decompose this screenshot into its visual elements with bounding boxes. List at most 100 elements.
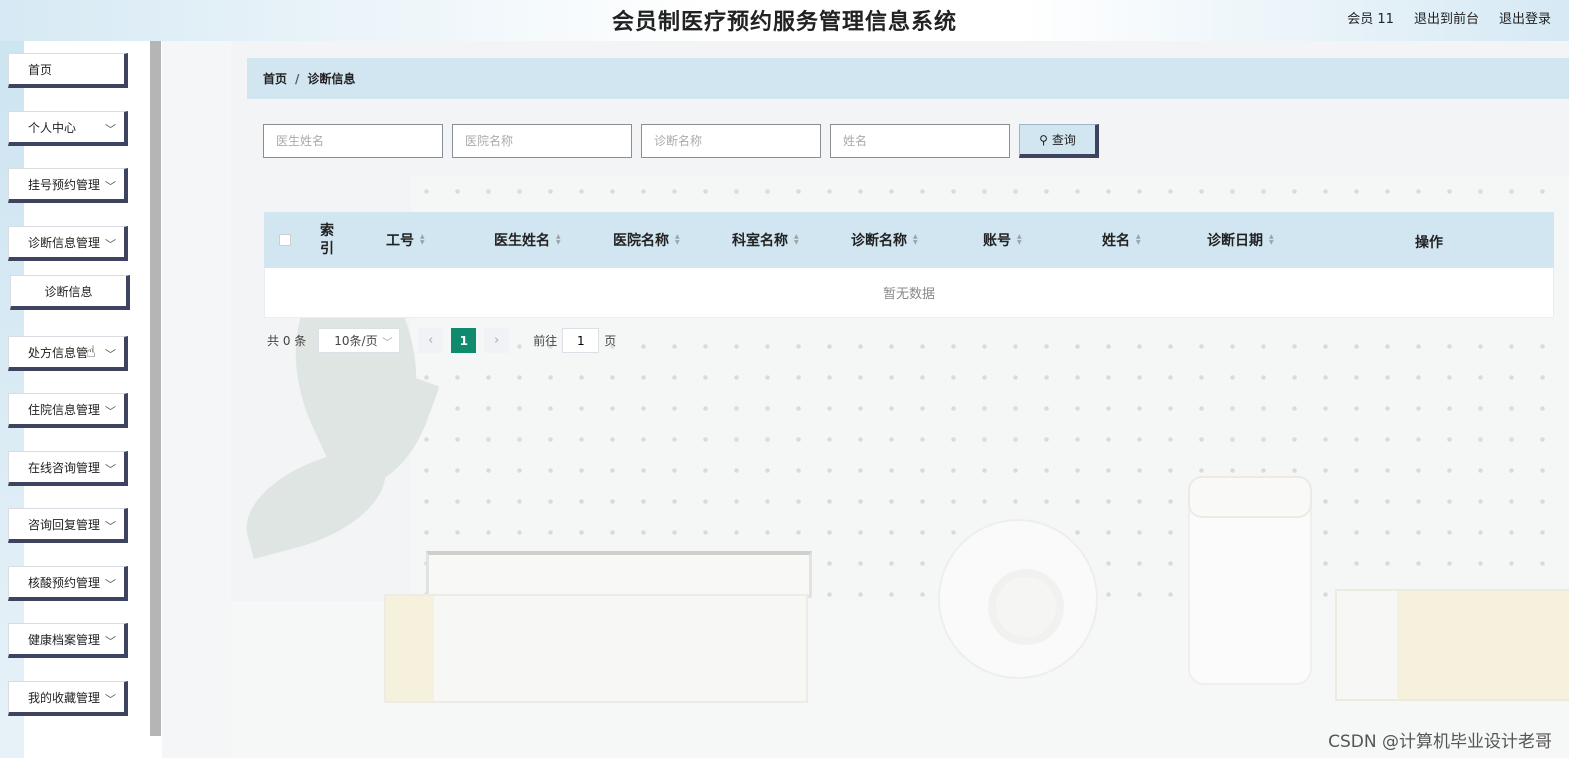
sidebar-item-label: 我的收藏管理 bbox=[28, 690, 101, 705]
table-empty-row: 暂无数据 bbox=[264, 268, 1554, 318]
chevron-right-icon: › bbox=[494, 333, 500, 348]
sidebar-item-label: 个人中心 bbox=[28, 120, 77, 135]
sidebar-item-diagnosis-management[interactable]: 诊断信息管理 ﹀ bbox=[8, 226, 128, 261]
sidebar-item-label: 诊断信息 bbox=[44, 284, 93, 299]
chevron-down-icon: ﹀ bbox=[105, 635, 116, 648]
column-header-diagnosis-name[interactable]: 诊断名称 ▲ ▼ bbox=[851, 212, 918, 268]
empty-text: 暂无数据 bbox=[882, 287, 935, 302]
mouse-pointer-icon: ☝ bbox=[86, 342, 96, 361]
column-header-label: 医生姓名 bbox=[494, 233, 550, 249]
sort-icon[interactable]: ▲ ▼ bbox=[420, 234, 425, 246]
chevron-down-icon: ﹀ bbox=[105, 405, 116, 418]
column-header-label: 诊断名称 bbox=[851, 233, 907, 249]
column-header-department[interactable]: 科室名称 ▲ ▼ bbox=[732, 212, 799, 268]
page-number-current[interactable]: 1 bbox=[451, 328, 477, 353]
search-bar: ⚲ 查询 bbox=[263, 124, 1099, 158]
sort-icon[interactable]: ▲ ▼ bbox=[1017, 234, 1022, 246]
sort-icon[interactable]: ▲ ▼ bbox=[1136, 234, 1141, 246]
sidebar-item-online-consult[interactable]: 在线咨询管理 ﹀ bbox=[8, 451, 128, 486]
select-all-checkbox[interactable] bbox=[279, 234, 291, 246]
column-header-index: 索引 bbox=[320, 212, 340, 268]
prev-page-button[interactable]: ‹ bbox=[418, 328, 444, 353]
decor-box-right bbox=[1335, 589, 1569, 701]
search-button-label: 查询 bbox=[1051, 133, 1076, 147]
sidebar-item-label: 处方信息管 bbox=[28, 345, 89, 360]
sidebar-item-home[interactable]: 首页 bbox=[8, 53, 128, 88]
logout-link[interactable]: 退出登录 bbox=[1499, 8, 1551, 27]
column-header-label: 账号 bbox=[983, 233, 1011, 249]
column-header-diagnosis-date[interactable]: 诊断日期 ▲ ▼ bbox=[1207, 212, 1274, 268]
diagnosis-name-input[interactable] bbox=[641, 124, 821, 158]
watermark: CSDN @计算机毕业设计老哥 bbox=[1328, 732, 1552, 752]
sidebar-item-label: 首页 bbox=[28, 62, 53, 77]
sidebar-scrollbar[interactable] bbox=[150, 41, 161, 736]
sort-icon[interactable]: ▲ ▼ bbox=[675, 234, 680, 246]
column-header-label: 索引 bbox=[320, 223, 334, 257]
search-button[interactable]: ⚲ 查询 bbox=[1019, 124, 1099, 158]
sidebar-item-label: 咨询回复管理 bbox=[28, 517, 101, 532]
breadcrumb-home[interactable]: 首页 bbox=[263, 70, 287, 87]
sort-icon[interactable]: ▲ ▼ bbox=[913, 234, 918, 246]
sidebar-item-label: 核酸预约管理 bbox=[28, 575, 101, 590]
sidebar-item-hospitalization[interactable]: 住院信息管理 ﹀ bbox=[8, 393, 128, 428]
sidebar-item-favorites[interactable]: 我的收藏管理 ﹀ bbox=[8, 681, 128, 716]
chevron-down-icon: ﹀ bbox=[105, 463, 116, 476]
sidebar-item-label: 健康档案管理 bbox=[28, 632, 101, 647]
sort-icon[interactable]: ▲ ▼ bbox=[556, 234, 561, 246]
chevron-down-icon: ﹀ bbox=[105, 520, 116, 533]
user-name[interactable]: 会员 11 bbox=[1347, 8, 1394, 27]
page-size-value: 10条/页 bbox=[334, 334, 378, 348]
chevron-down-icon: ﹀ bbox=[105, 348, 116, 361]
page-size-select[interactable]: 10条/页 ﹀ bbox=[318, 328, 401, 353]
column-header-label: 工号 bbox=[386, 233, 414, 249]
column-header-label: 医院名称 bbox=[613, 233, 669, 249]
breadcrumb: 首页 / 诊断信息 bbox=[247, 58, 1569, 99]
next-page-button[interactable]: › bbox=[484, 328, 510, 353]
column-header-doctor-name[interactable]: 医生姓名 ▲ ▼ bbox=[494, 212, 561, 268]
doctor-name-input[interactable] bbox=[263, 124, 443, 158]
column-header-label: 操作 bbox=[1415, 235, 1443, 251]
patient-name-input[interactable] bbox=[830, 124, 1010, 158]
chevron-down-icon: ﹀ bbox=[382, 338, 393, 349]
pagination: 共 0 条 10条/页 ﹀ ‹ 1 › 前往 页 bbox=[267, 328, 616, 353]
column-header-label: 诊断日期 bbox=[1207, 233, 1263, 249]
decor-tape bbox=[938, 519, 1098, 679]
goto-page-input[interactable] bbox=[562, 328, 600, 353]
data-table: 索引 工号 ▲ ▼ 医生姓名 ▲ ▼ 医院名称 ▲ ▼ 科室名称 ▲ ▼ 诊断名称 ▲ ▼ bbox=[264, 212, 1554, 318]
column-header-hospital-name[interactable]: 医院名称 ▲ ▼ bbox=[613, 212, 680, 268]
hospital-name-input[interactable] bbox=[452, 124, 632, 158]
column-header-label: 科室名称 bbox=[732, 233, 788, 249]
back-to-front-link[interactable]: 退出到前台 bbox=[1414, 8, 1479, 27]
table-header: 索引 工号 ▲ ▼ 医生姓名 ▲ ▼ 医院名称 ▲ ▼ 科室名称 ▲ ▼ 诊断名称 ▲ ▼ bbox=[264, 212, 1554, 268]
column-header-actions: 操作 bbox=[1415, 214, 1443, 270]
column-header-name[interactable]: 姓名 ▲ ▼ bbox=[1102, 212, 1141, 268]
sidebar: 首页 个人中心 ﹀ 挂号预约管理 ﹀ 诊断信息管理 ﹀ 诊断信息 处方信息管 ﹀… bbox=[0, 41, 162, 758]
total-count: 共 0 条 bbox=[267, 334, 307, 348]
sidebar-item-health-record[interactable]: 健康档案管理 ﹀ bbox=[8, 623, 128, 658]
sidebar-item-label: 住院信息管理 bbox=[28, 402, 101, 417]
sidebar-subitem-diagnosis-info[interactable]: 诊断信息 bbox=[10, 275, 130, 310]
main-content: 首页 / 诊断信息 ⚲ 查询 索引 工号 ▲▼ 医生姓名 ▲▼ bbox=[231, 41, 1569, 758]
decor-jar bbox=[1188, 476, 1312, 685]
sidebar-item-prescription[interactable]: 处方信息管 ﹀ bbox=[8, 336, 128, 371]
header-links: 会员 11 退出到前台 退出登录 bbox=[1347, 8, 1551, 27]
sort-icon[interactable]: ▲ ▼ bbox=[794, 234, 799, 246]
sidebar-item-consult-reply[interactable]: 咨询回复管理 ﹀ bbox=[8, 508, 128, 543]
top-header: 会员制医疗预约服务管理信息系统 会员 11 退出到前台 退出登录 bbox=[0, 0, 1569, 41]
breadcrumb-current: 诊断信息 bbox=[307, 72, 356, 86]
breadcrumb-separator: / bbox=[295, 71, 300, 86]
goto-prefix: 前往 bbox=[533, 334, 558, 348]
sidebar-item-personal-center[interactable]: 个人中心 ﹀ bbox=[8, 111, 128, 146]
sidebar-item-nucleic-acid[interactable]: 核酸预约管理 ﹀ bbox=[8, 566, 128, 601]
chevron-down-icon: ﹀ bbox=[105, 578, 116, 591]
decor-tray bbox=[426, 551, 812, 598]
sort-icon[interactable]: ▲ ▼ bbox=[1269, 234, 1274, 246]
sidebar-item-registration[interactable]: 挂号预约管理 ﹀ bbox=[8, 168, 128, 203]
chevron-down-icon: ﹀ bbox=[105, 123, 116, 136]
goto-suffix: 页 bbox=[604, 334, 617, 348]
chevron-left-icon: ‹ bbox=[428, 333, 434, 348]
search-icon: ⚲ bbox=[1039, 132, 1048, 147]
app-title: 会员制医疗预约服务管理信息系统 bbox=[611, 10, 957, 35]
column-header-account[interactable]: 账号 ▲ ▼ bbox=[983, 212, 1022, 268]
column-header-staff-id[interactable]: 工号 ▲ ▼ bbox=[386, 212, 425, 268]
